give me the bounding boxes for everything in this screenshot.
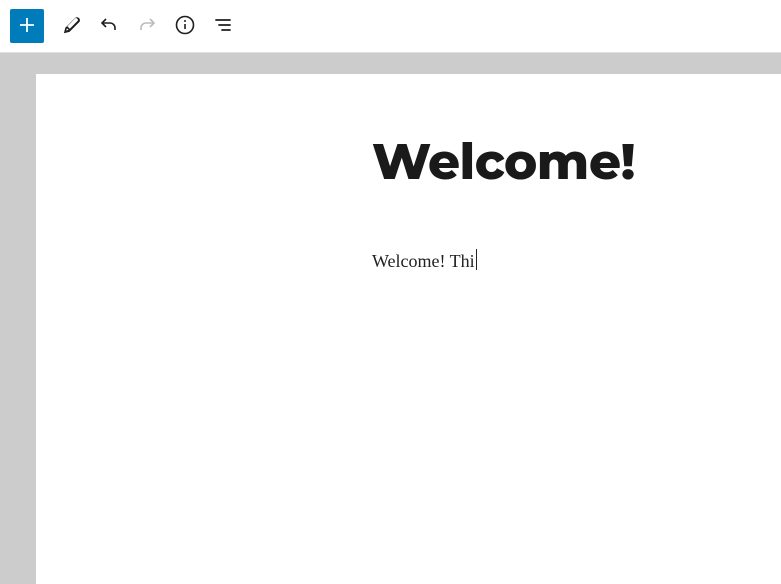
- add-block-button[interactable]: [10, 9, 44, 43]
- paragraph-block[interactable]: Welcome! Thi: [372, 247, 477, 276]
- redo-button[interactable]: [130, 9, 164, 43]
- list-view-icon: [211, 13, 235, 40]
- undo-icon: [97, 13, 121, 40]
- undo-button[interactable]: [92, 9, 126, 43]
- outline-button[interactable]: [206, 9, 240, 43]
- pencil-icon: [59, 13, 83, 40]
- paragraph-text: Welcome! Thi: [372, 251, 475, 271]
- post-title[interactable]: Welcome!: [372, 134, 781, 189]
- tools-button[interactable]: [54, 9, 88, 43]
- editor-toolbar: [0, 0, 781, 53]
- details-button[interactable]: [168, 9, 202, 43]
- editor-canvas: Welcome! Welcome! Thi: [0, 53, 781, 584]
- info-icon: [173, 13, 197, 40]
- post-content-area[interactable]: Welcome! Welcome! Thi: [36, 74, 781, 584]
- redo-icon: [135, 13, 159, 40]
- plus-icon: [15, 13, 39, 40]
- text-cursor: [476, 249, 477, 270]
